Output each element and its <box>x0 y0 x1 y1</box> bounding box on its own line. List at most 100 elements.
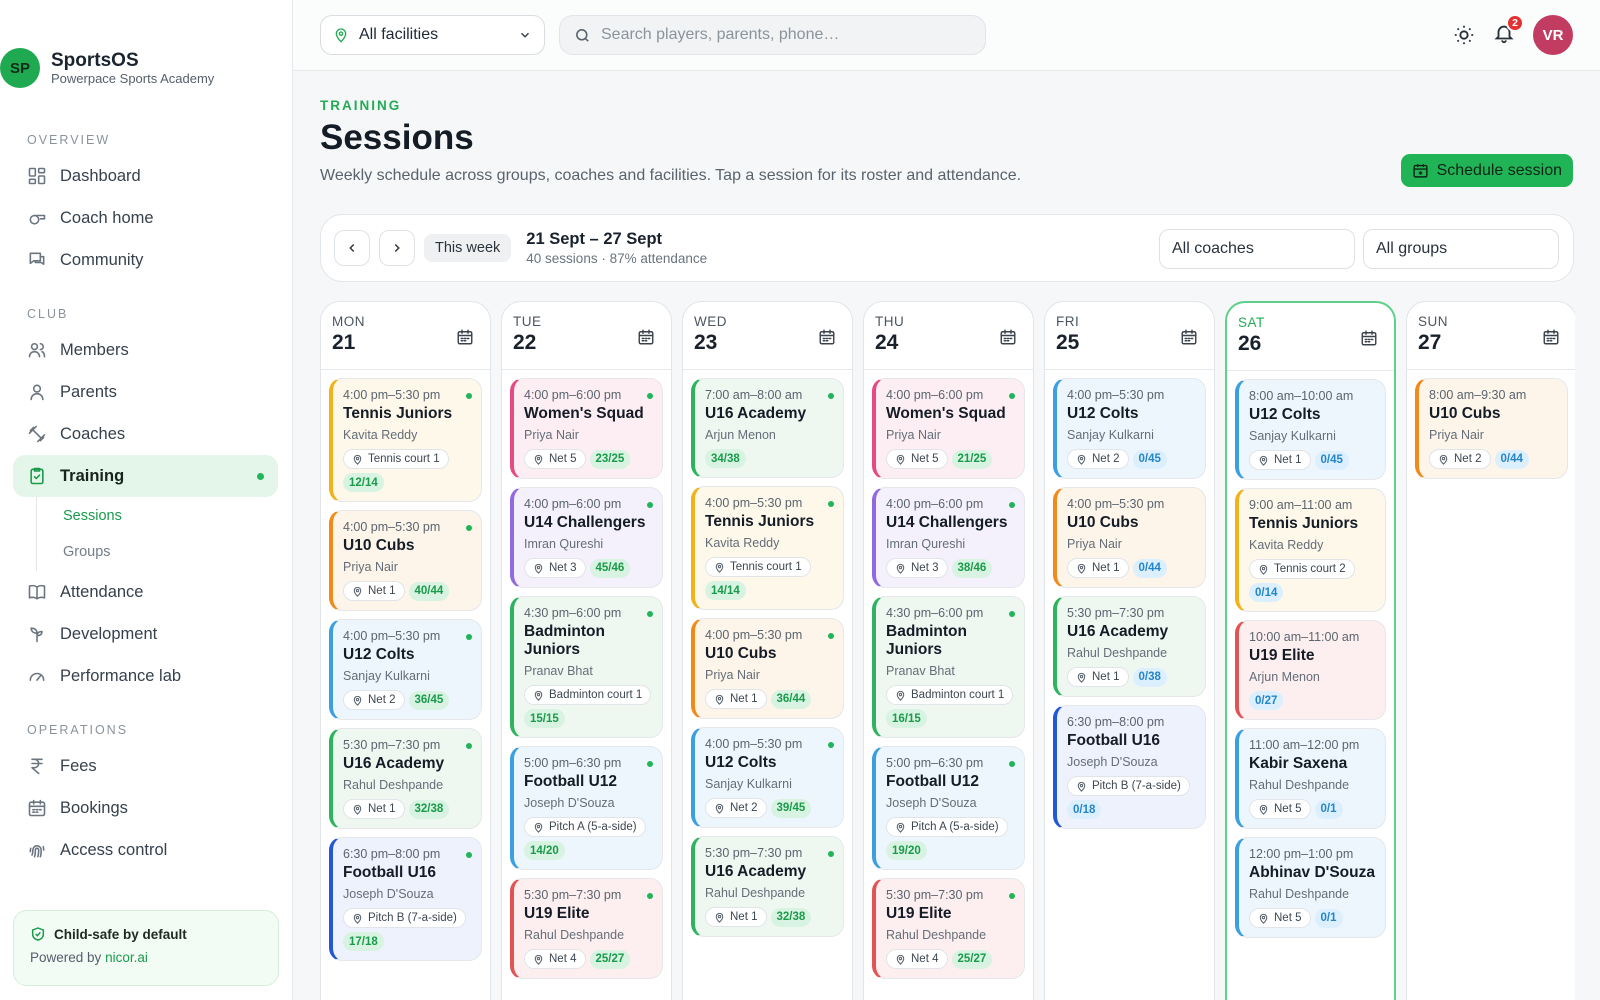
sidebar-item-coaches[interactable]: Coaches <box>0 413 292 455</box>
session-card[interactable]: 5:30 pm–7:30 pm U16 Academy Rahul Deshpa… <box>691 836 844 937</box>
day-column-sun: SUN 27 8:00 am–9:30 am U10 Cubs Priya Na… <box>1406 301 1575 1000</box>
add-session-button[interactable] <box>999 328 1017 351</box>
session-location-label: Net 1 <box>1092 671 1120 683</box>
avatar[interactable]: VR <box>1533 15 1573 55</box>
add-session-button[interactable] <box>456 328 474 351</box>
session-card[interactable]: 4:00 pm–5:30 pm Tennis Juniors Kavita Re… <box>691 486 844 610</box>
add-session-button[interactable] <box>637 328 655 351</box>
powered-by-link[interactable]: nicor.ai <box>105 950 148 965</box>
user-icon <box>30 384 44 401</box>
session-card[interactable]: 4:00 pm–5:30 pm U12 Colts Sanjay Kulkarn… <box>1053 378 1206 479</box>
sidebar-item-access-control[interactable]: Access control <box>0 829 292 871</box>
book-icon <box>28 584 46 600</box>
sidebar-item-development[interactable]: Development <box>0 613 292 655</box>
session-card[interactable]: 6:30 pm–8:00 pm Football U16 Joseph D'So… <box>329 837 482 961</box>
session-card[interactable]: 4:00 pm–5:30 pm Tennis Juniors Kavita Re… <box>329 378 482 502</box>
session-card[interactable]: 8:00 am–10:00 am U12 Colts Sanjay Kulkar… <box>1235 379 1386 480</box>
session-card[interactable]: 5:30 pm–7:30 pm U19 Elite Rahul Deshpand… <box>872 878 1025 979</box>
prev-week-button[interactable] <box>334 230 370 266</box>
chevron-right-icon <box>394 243 400 253</box>
session-card[interactable]: 4:00 pm–5:30 pm U12 Colts Sanjay Kulkarn… <box>329 619 482 720</box>
session-location-label: Pitch A (5-a-side) <box>911 821 999 833</box>
day-column-thu: THU 24 4:00 pm–6:00 pm Women's Squad Pri… <box>863 301 1034 1000</box>
session-card[interactable]: 4:30 pm–6:00 pm Badminton Juniors Pranav… <box>510 596 663 738</box>
session-card[interactable]: 12:00 pm–1:00 pm Abhinav D'Souza Rahul D… <box>1235 837 1386 938</box>
session-card[interactable]: 4:00 pm–5:30 pm U10 Cubs Priya Nair Net … <box>329 510 482 611</box>
session-card[interactable]: 4:30 pm–6:00 pm Badminton Juniors Pranav… <box>872 596 1025 738</box>
session-card[interactable]: 5:00 pm–6:30 pm Football U12 Joseph D'So… <box>872 746 1025 870</box>
session-coach: Priya Nair <box>886 428 941 442</box>
session-coach: Sanjay Kulkarni <box>1249 429 1336 443</box>
this-week-button[interactable]: This week <box>424 234 512 262</box>
search-box[interactable]: Search players, parents, phone… <box>559 15 986 55</box>
session-card[interactable]: 10:00 am–11:00 am U19 Elite Arjun Menon … <box>1235 620 1386 720</box>
week-range: 21 Sept – 27 Sept <box>526 230 663 248</box>
completed-dot <box>466 852 472 858</box>
session-card[interactable]: 5:30 pm–7:30 pm U19 Elite Rahul Deshpand… <box>510 878 663 979</box>
subnav-item-sessions[interactable]: Sessions <box>37 498 292 534</box>
day-of-week: SAT <box>1238 315 1265 330</box>
add-session-button[interactable] <box>1180 328 1198 351</box>
sidebar-item-attendance[interactable]: Attendance <box>0 571 292 613</box>
session-location-label: Pitch B (7-a-side) <box>1092 780 1181 792</box>
completed-dot <box>647 893 653 899</box>
subnav-item-groups[interactable]: Groups <box>37 534 292 570</box>
day-of-week: TUE <box>513 314 542 329</box>
completed-dot <box>647 611 653 617</box>
add-session-button[interactable] <box>818 328 836 351</box>
attendance-count: 23/25 <box>589 449 631 469</box>
next-week-button[interactable] <box>379 230 415 266</box>
sun-icon[interactable] <box>1453 24 1475 46</box>
session-location: Tennis court 1 <box>705 557 811 577</box>
sidebar-item-parents[interactable]: Parents <box>0 371 292 413</box>
calendar-plus-icon <box>1412 164 1428 178</box>
group-filter[interactable]: All groups <box>1363 229 1559 269</box>
session-location: Pitch A (5-a-side) <box>524 817 646 837</box>
sidebar-item-coach-home[interactable]: Coach home <box>0 197 292 239</box>
session-card[interactable]: 7:00 am–8:00 am U16 Academy Arjun Menon … <box>691 378 844 478</box>
day-header: SUN 27 <box>1407 302 1575 370</box>
session-card[interactable]: 4:00 pm–6:00 pm Women's Squad Priya Nair… <box>510 378 663 479</box>
session-card[interactable]: 6:30 pm–8:00 pm Football U16 Joseph D'So… <box>1053 705 1206 829</box>
week-toolbar: This week 21 Sept – 27 Sept 40 sessions … <box>320 214 1574 282</box>
session-card[interactable]: 8:00 am–9:30 am U10 Cubs Priya Nair Net … <box>1415 378 1568 479</box>
sidebar-item-members[interactable]: Members <box>0 329 292 371</box>
schedule-session-label: Schedule session <box>1436 161 1562 179</box>
sidebar-item-training[interactable]: Training <box>13 455 278 497</box>
session-location-label: Net 2 <box>1454 453 1482 465</box>
session-coach: Arjun Menon <box>1249 670 1320 684</box>
session-card[interactable]: 5:30 pm–7:30 pm U16 Academy Rahul Deshpa… <box>1053 596 1206 697</box>
session-card[interactable]: 4:00 pm–6:00 pm Women's Squad Priya Nair… <box>872 378 1025 479</box>
sidebar-item-community[interactable]: Community <box>0 239 292 281</box>
session-card[interactable]: 4:00 pm–5:30 pm U10 Cubs Priya Nair Net … <box>1053 487 1206 588</box>
add-session-button[interactable] <box>1360 329 1378 352</box>
completed-dot <box>828 851 834 857</box>
brand[interactable]: SP SportsOS Powerpace Sports Academy <box>0 0 292 88</box>
session-card[interactable]: 4:00 pm–5:30 pm U12 Colts Sanjay Kulkarn… <box>691 727 844 828</box>
calendar-plus-icon <box>457 329 473 345</box>
session-card[interactable]: 4:00 pm–6:00 pm U14 Challengers Imran Qu… <box>510 487 663 588</box>
sidebar-item-fees[interactable]: Fees <box>0 745 292 787</box>
session-card[interactable]: 5:00 pm–6:30 pm Football U12 Joseph D'So… <box>510 746 663 870</box>
day-header: SAT 26 <box>1227 303 1394 371</box>
attendance-count: 17/18 <box>343 932 384 951</box>
calendar-plus-icon <box>1000 329 1016 345</box>
session-card[interactable]: 4:00 pm–5:30 pm U10 Cubs Priya Nair Net … <box>691 618 844 719</box>
sidebar-item-bookings[interactable]: Bookings <box>0 787 292 829</box>
notifications-button[interactable]: 2 <box>1493 13 1524 49</box>
schedule-session-button[interactable]: Schedule session <box>1400 154 1573 187</box>
session-location: Net 1 <box>1067 667 1129 687</box>
session-card[interactable]: 5:30 pm–7:30 pm U16 Academy Rahul Deshpa… <box>329 728 482 829</box>
session-card[interactable]: 11:00 am–12:00 pm Kabir Saxena Rahul Des… <box>1235 728 1386 829</box>
search-input[interactable]: Search players, parents, phone… <box>601 26 839 44</box>
session-location-label: Badminton court 1 <box>911 689 1005 701</box>
coach-filter[interactable]: All coaches <box>1159 229 1355 269</box>
sidebar-item-dashboard[interactable]: Dashboard <box>0 155 292 197</box>
add-session-button[interactable] <box>1542 328 1560 351</box>
session-location: Net 1 <box>1067 558 1129 578</box>
session-card[interactable]: 9:00 am–11:00 am Tennis Juniors Kavita R… <box>1235 488 1386 612</box>
session-coach: Sanjay Kulkarni <box>343 669 430 683</box>
facility-select[interactable]: All facilities <box>320 15 545 55</box>
session-card[interactable]: 4:00 pm–6:00 pm U14 Challengers Imran Qu… <box>872 487 1025 588</box>
sidebar-item-performance-lab[interactable]: Performance lab <box>0 655 292 697</box>
